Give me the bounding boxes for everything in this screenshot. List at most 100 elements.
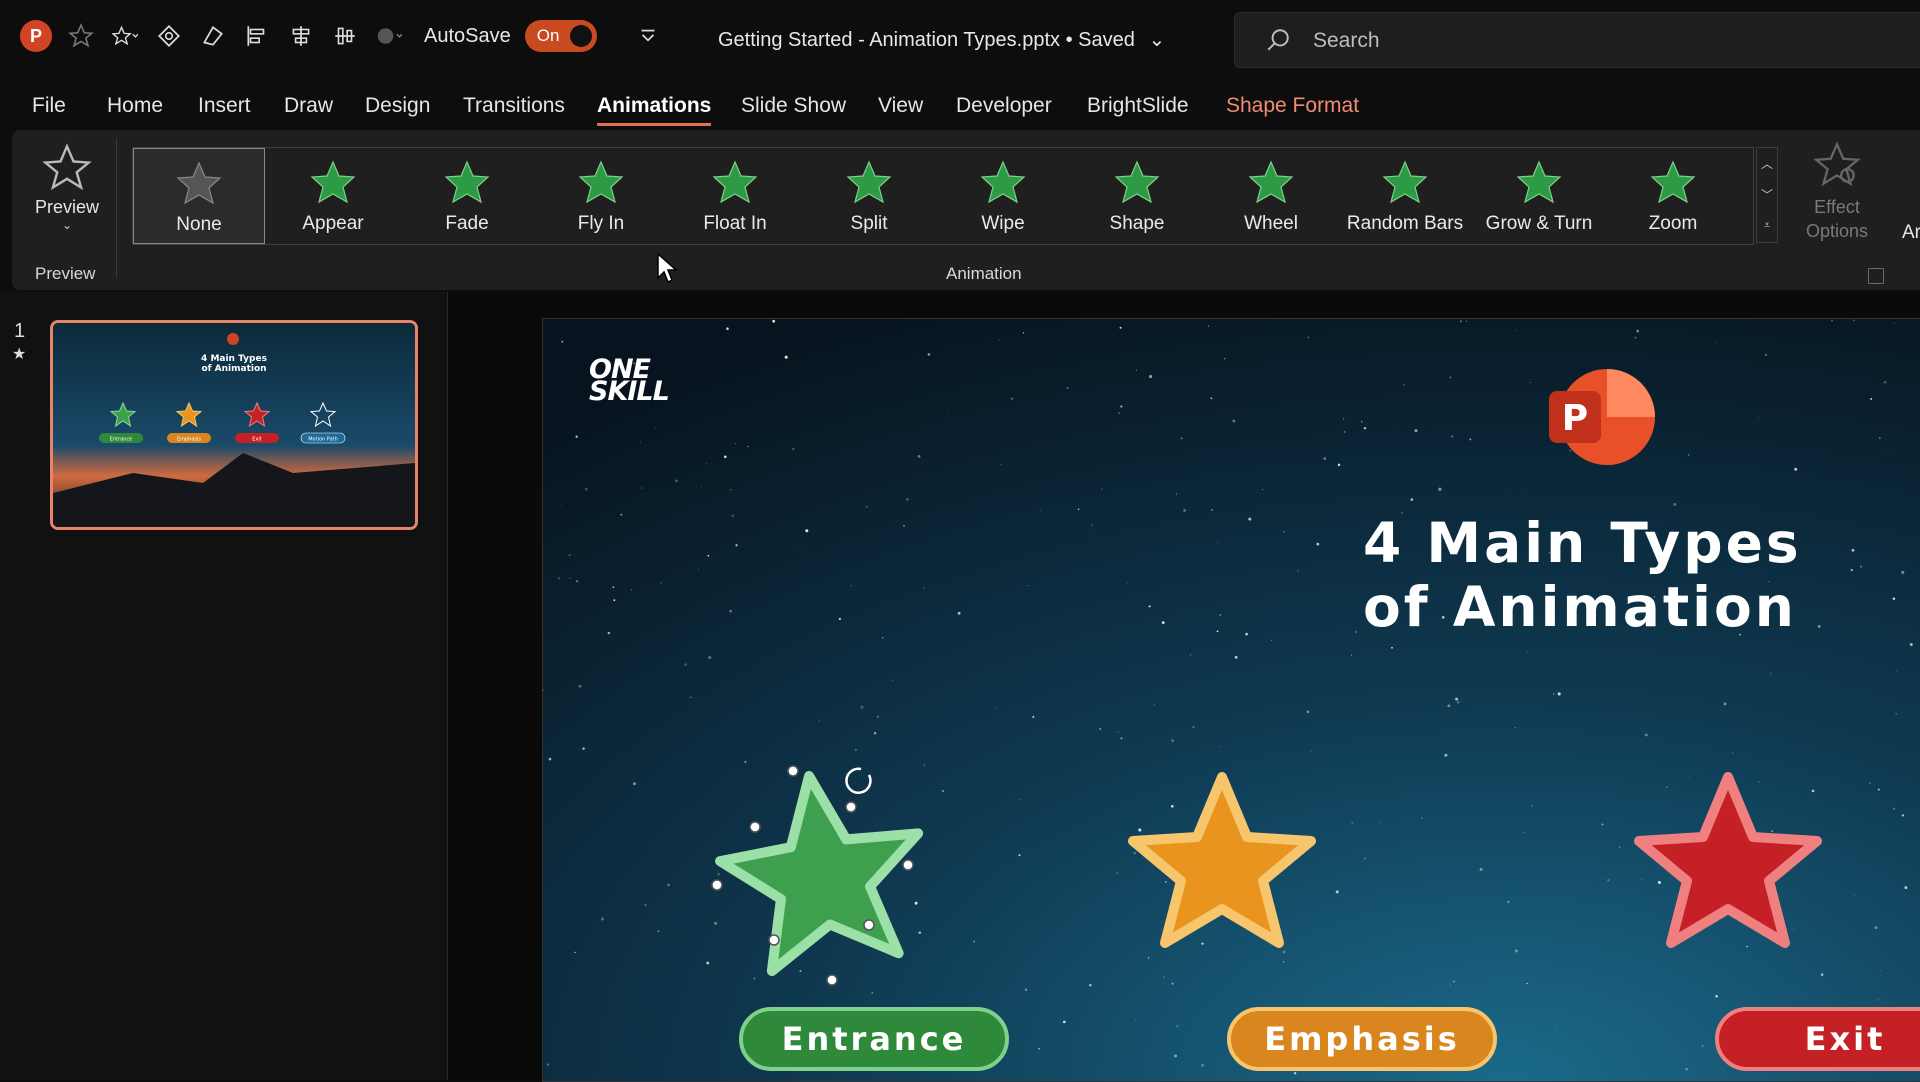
star-outline-icon[interactable] <box>66 21 96 51</box>
slide-thumbnail[interactable]: 4 Main Types of Animation Entrance Empha… <box>50 320 418 530</box>
preview-label: Preview <box>34 197 100 217</box>
ribbon: Preview ⌄ Preview None Appear Fade Fly In Fl… <box>12 130 1920 290</box>
powerpoint-logo-icon: P <box>20 20 52 52</box>
gallery-more-button[interactable]: ⩡ <box>1757 210 1777 241</box>
gallery-up-button[interactable]: ︿ <box>1757 148 1777 179</box>
tab-developer[interactable]: Developer <box>956 94 1052 118</box>
thumb-label-entrance: Entrance <box>110 437 132 443</box>
effect-options-button[interactable]: Effect Options <box>1782 140 1892 260</box>
animation-random-bars[interactable]: Random Bars <box>1339 148 1471 244</box>
animation-shape[interactable]: Shape <box>1071 148 1203 244</box>
tab-file[interactable]: File <box>32 94 66 118</box>
preview-button[interactable]: Preview ⌄ <box>22 140 112 250</box>
animation-label: Shape <box>1109 213 1165 234</box>
quick-access-toolbar: P AutoSave On <box>20 20 663 52</box>
slide-canvas[interactable]: ONE SKILL P 4 Main Types of Animation En… <box>542 318 1920 1082</box>
align-left-icon[interactable] <box>242 21 272 51</box>
format-painter-icon[interactable] <box>198 21 228 51</box>
animation-zoom[interactable]: Zoom <box>1607 148 1739 244</box>
search-icon <box>1267 29 1289 51</box>
customize-qat-icon[interactable] <box>633 21 663 51</box>
tab-draw[interactable]: Draw <box>284 94 333 118</box>
appear-star-icon <box>310 160 356 204</box>
animation-float-in[interactable]: Float In <box>669 148 801 244</box>
search-placeholder: Search <box>1313 29 1380 52</box>
animation-split[interactable]: Split <box>803 148 935 244</box>
shape-star-icon <box>1114 160 1160 204</box>
animation-label: Zoom <box>1648 213 1698 234</box>
emphasis-star-shape[interactable] <box>1127 769 1317 959</box>
add-animation-icon[interactable] <box>110 21 140 51</box>
tab-home[interactable]: Home <box>107 94 163 118</box>
animation-label: Fly In <box>577 213 625 234</box>
autosave-state: On <box>536 26 560 45</box>
exit-star-shape[interactable] <box>1633 769 1823 959</box>
group-separator <box>116 138 117 278</box>
emphasis-label-pill[interactable]: Emphasis <box>1227 1007 1497 1071</box>
chevron-down-icon: ⌄ <box>1148 29 1166 51</box>
tab-view[interactable]: View <box>878 94 923 118</box>
autosave-label: AutoSave <box>424 24 511 47</box>
animation-label: Random Bars <box>1346 213 1464 234</box>
powerpoint-badge-icon: P <box>1549 369 1655 465</box>
animation-label: Float In <box>703 213 767 234</box>
truncated-ribbon-item[interactable]: Ar <box>1902 222 1920 244</box>
animation-label: Wipe <box>981 213 1025 234</box>
animation-indicator-icon: ★ <box>12 346 27 363</box>
fade-star-icon <box>444 160 490 204</box>
entrance-star-shape[interactable] <box>703 755 943 995</box>
animation-group-label: Animation <box>946 264 1022 283</box>
thumb-title-line2: of Animation <box>201 364 266 374</box>
none-star-icon <box>176 161 222 205</box>
selection-pane-icon[interactable] <box>154 21 184 51</box>
mouse-cursor-icon <box>657 252 678 284</box>
preview-star-icon <box>42 143 92 191</box>
search-box[interactable]: Search <box>1234 12 1920 68</box>
oneskill-logo: ONE SKILL <box>589 356 679 405</box>
thumb-label-emphasis: Emphasis <box>177 437 201 443</box>
dialog-launcher-icon[interactable] <box>1868 268 1884 284</box>
animation-label: Wheel <box>1244 213 1298 234</box>
thumb-label-exit: Exit <box>252 437 262 443</box>
exit-label-pill[interactable]: Exit <box>1715 1007 1920 1071</box>
title-bar: P AutoSave On Getting Started - Animatio… <box>0 0 1920 78</box>
animation-appear[interactable]: Appear <box>267 148 399 244</box>
thumbnail-image: 4 Main Types of Animation Entrance Empha… <box>53 323 415 527</box>
logo-line2: SKILL <box>589 376 670 407</box>
ppt-badge-letter: P <box>1562 398 1588 439</box>
animation-wipe[interactable]: Wipe <box>937 148 1069 244</box>
wheel-star-icon <box>1248 160 1294 204</box>
animation-wheel[interactable]: Wheel <box>1205 148 1337 244</box>
animation-label: Appear <box>302 213 364 234</box>
align-middle-icon[interactable] <box>330 21 360 51</box>
ribbon-tabs: File Home Insert Draw Design Transitions… <box>0 78 1920 128</box>
tab-insert[interactable]: Insert <box>198 94 251 118</box>
animation-label: Grow & Turn <box>1485 213 1593 234</box>
tab-brightslide[interactable]: BrightSlide <box>1087 94 1189 118</box>
slide-title: 4 Main Types of Animation <box>1363 511 1920 639</box>
tab-slide-show[interactable]: Slide Show <box>741 94 846 118</box>
tab-design[interactable]: Design <box>365 94 430 118</box>
gallery-down-button[interactable]: ﹀ <box>1757 179 1777 210</box>
grow-turn-star-icon <box>1516 160 1562 204</box>
tab-animations[interactable]: Animations <box>597 94 712 126</box>
align-center-icon[interactable] <box>286 21 316 51</box>
autosave-toggle[interactable]: On <box>524 20 597 52</box>
animation-fade[interactable]: Fade <box>401 148 533 244</box>
animation-none[interactable]: None <box>133 148 265 244</box>
document-title[interactable]: Getting Started - Animation Types.pptx •… <box>718 27 1165 52</box>
slide-title-line2: of Animation <box>1363 575 1797 639</box>
split-star-icon <box>846 160 892 204</box>
random-bars-star-icon <box>1382 160 1428 204</box>
document-title-text: Getting Started - Animation Types.pptx •… <box>718 29 1135 51</box>
tab-transitions[interactable]: Transitions <box>463 94 565 118</box>
effect-options-icon <box>1813 141 1861 187</box>
animation-grow-turn[interactable]: Grow & Turn <box>1473 148 1605 244</box>
zoom-star-icon <box>1650 160 1696 204</box>
shape-fill-icon[interactable] <box>374 21 404 51</box>
animation-fly-in[interactable]: Fly In <box>535 148 667 244</box>
tab-shape-format[interactable]: Shape Format <box>1226 94 1359 118</box>
effect-options-line1: Effect <box>1814 197 1860 217</box>
entrance-label-pill[interactable]: Entrance <box>739 1007 1009 1071</box>
animation-label: None <box>176 214 222 235</box>
